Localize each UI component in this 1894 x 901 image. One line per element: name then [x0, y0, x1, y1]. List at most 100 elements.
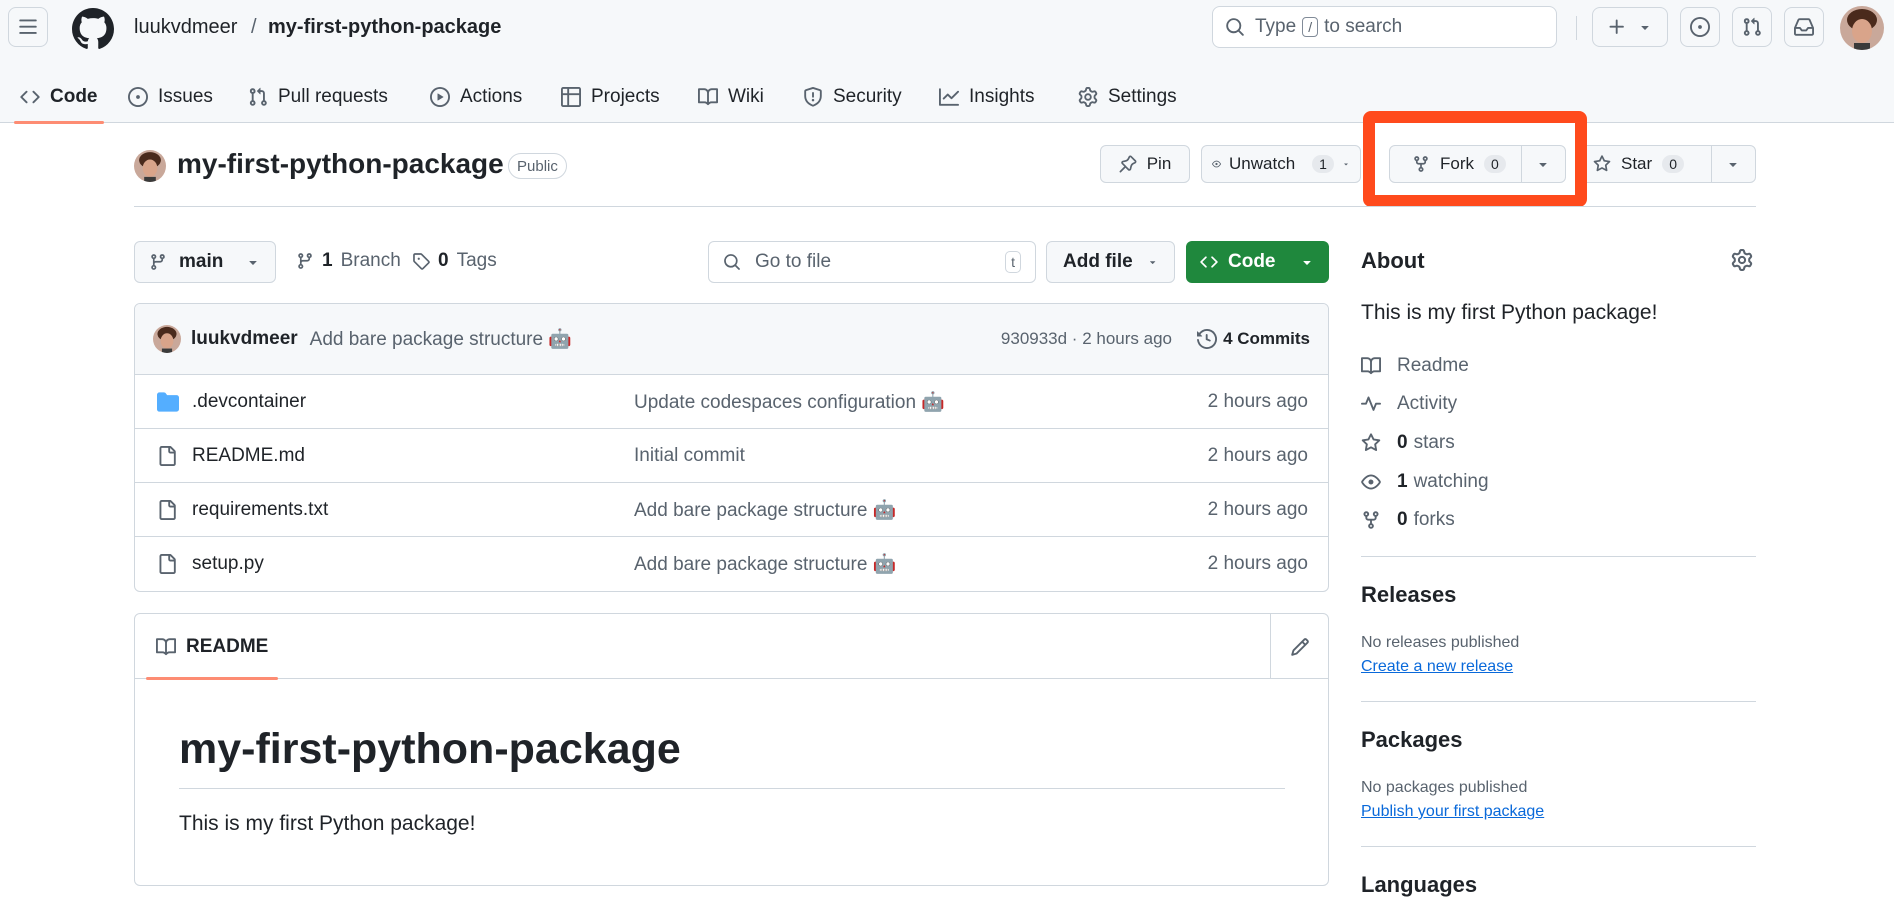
repo-title[interactable]: my-first-python-package — [177, 148, 504, 180]
readme-heading: my-first-python-package — [179, 725, 681, 773]
pin-label: Pin — [1146, 154, 1172, 173]
code-icon — [1200, 256, 1218, 268]
add-file-button[interactable]: Add file — [1046, 241, 1175, 283]
file-name[interactable]: README.md — [192, 445, 305, 467]
file-row[interactable]: setup.py Add bare package structure 🤖 2 … — [135, 537, 1328, 591]
issue-icon — [1690, 17, 1710, 37]
breadcrumb-repo[interactable]: my-first-python-package — [268, 16, 501, 39]
tab-projects[interactable]: Projects — [555, 70, 666, 123]
tab-security[interactable]: Security — [797, 70, 908, 123]
readme-link[interactable]: Readme — [1361, 355, 1469, 377]
releases-heading[interactable]: Releases — [1361, 582, 1456, 608]
pin-button[interactable]: Pin — [1100, 145, 1190, 183]
tab-pull-requests-label: Pull requests — [278, 85, 388, 107]
github-logo-icon[interactable] — [72, 8, 114, 50]
tab-projects-label: Projects — [591, 85, 660, 107]
stars-link[interactable]: 0 stars — [1361, 432, 1455, 454]
repo-forked-icon — [1363, 511, 1379, 529]
fork-label: Fork — [1440, 154, 1474, 173]
create-new-button[interactable] — [1592, 7, 1668, 47]
tab-actions-label: Actions — [460, 85, 523, 107]
commit-message[interactable]: Add bare package structure 🤖 — [310, 327, 572, 351]
file-row[interactable]: .devcontainer Update codespaces configur… — [135, 375, 1328, 429]
search-prefix: Type — [1255, 16, 1297, 37]
create-release-link[interactable]: Create a new release — [1361, 658, 1513, 676]
triangle-down-icon — [1344, 163, 1348, 166]
edit-about-button[interactable] — [1731, 249, 1753, 271]
tags-link[interactable]: 0 Tags — [412, 250, 497, 272]
star-button[interactable]: Star 0 — [1577, 146, 1712, 182]
readme-header: README — [135, 614, 1328, 680]
latest-commit-row: luukvdmeer Add bare package structure 🤖 … — [135, 304, 1328, 375]
your-issues-button[interactable] — [1680, 7, 1720, 47]
about-description: This is my first Python package! — [1361, 301, 1658, 324]
unwatch-button[interactable]: Unwatch 1 — [1201, 145, 1361, 183]
star-list-dropdown-button[interactable] — [1712, 146, 1755, 182]
file-name[interactable]: requirements.txt — [192, 499, 328, 521]
fork-button[interactable]: Fork 0 — [1390, 146, 1522, 182]
file-row[interactable]: requirements.txt Add bare package struct… — [135, 483, 1328, 537]
commits-count-label: 4 Commits — [1223, 329, 1310, 348]
forks-label: forks — [1413, 509, 1455, 530]
pin-icon — [1119, 155, 1137, 173]
global-search-input[interactable]: Type / to search — [1212, 6, 1557, 48]
file-commit-message[interactable]: Initial commit — [634, 445, 745, 467]
activity-link[interactable]: Activity — [1361, 393, 1457, 415]
repo-owner-avatar[interactable] — [134, 150, 166, 182]
fork-counter: 0 — [1484, 155, 1506, 173]
pull-request-icon — [249, 87, 267, 106]
tab-wiki[interactable]: Wiki — [692, 70, 770, 123]
commit-author[interactable]: luukvdmeer — [191, 328, 298, 350]
triangle-down-icon — [1641, 26, 1649, 30]
plus-icon — [1609, 19, 1624, 34]
file-commit-message[interactable]: Add bare package structure 🤖 — [634, 552, 896, 576]
menu-button[interactable] — [8, 7, 48, 47]
repo-nav-tabs: Code Issues Pull requests Actions Projec… — [0, 70, 1894, 124]
tag-icon — [413, 253, 430, 270]
branches-label: Branch — [340, 250, 401, 271]
code-icon — [20, 90, 40, 103]
tab-actions[interactable]: Actions — [424, 70, 528, 123]
file-commit-message[interactable]: Add bare package structure 🤖 — [634, 498, 896, 522]
forks-link[interactable]: 0 forks — [1361, 509, 1455, 531]
tab-pull-requests[interactable]: Pull requests — [242, 70, 394, 123]
readme-tab[interactable]: README — [146, 614, 279, 680]
fork-dropdown-button[interactable] — [1522, 146, 1565, 182]
tab-settings[interactable]: Settings — [1072, 70, 1183, 123]
triangle-down-icon — [249, 261, 257, 265]
tab-issues[interactable]: Issues — [122, 70, 219, 123]
commit-hash-time[interactable]: 930933d · 2 hours ago — [1001, 329, 1172, 349]
packages-heading[interactable]: Packages — [1361, 727, 1463, 753]
watch-counter: 1 — [1312, 155, 1334, 173]
languages-heading: Languages — [1361, 872, 1478, 897]
file-name[interactable]: .devcontainer — [192, 391, 306, 413]
file-commit-message[interactable]: Update codespaces configuration 🤖 — [634, 390, 945, 414]
pulse-icon — [1361, 396, 1381, 411]
search-icon — [724, 254, 740, 270]
tab-insights[interactable]: Insights — [933, 70, 1040, 123]
watching-link[interactable]: 1 watching — [1361, 471, 1489, 493]
branches-link[interactable]: 1 Branch — [296, 250, 401, 272]
edit-readme-button[interactable] — [1270, 614, 1328, 679]
book-icon — [156, 637, 176, 655]
pull-request-icon — [1743, 17, 1761, 36]
sidebar-divider — [1361, 701, 1756, 702]
user-avatar[interactable] — [1840, 6, 1884, 50]
publish-package-link[interactable]: Publish your first package — [1361, 803, 1544, 821]
file-name[interactable]: setup.py — [192, 553, 264, 575]
tab-code[interactable]: Code — [14, 70, 104, 124]
branch-selector-button[interactable]: main — [134, 241, 276, 283]
fork-button-group: Fork 0 — [1389, 145, 1566, 183]
your-pull-requests-button[interactable] — [1732, 7, 1772, 47]
breadcrumb-owner[interactable]: luukvdmeer — [134, 16, 237, 39]
activity-link-label: Activity — [1397, 393, 1458, 414]
file-row[interactable]: README.md Initial commit 2 hours ago — [135, 429, 1328, 483]
file-time: 2 hours ago — [1207, 444, 1308, 466]
notifications-button[interactable] — [1784, 7, 1824, 47]
code-dropdown-button[interactable]: Code — [1186, 241, 1329, 283]
go-to-file-input[interactable]: Go to file t — [708, 241, 1036, 283]
table-icon — [561, 86, 581, 107]
file-icon — [159, 554, 176, 574]
commits-history-link[interactable]: 4 Commits — [1197, 329, 1310, 349]
commit-author-avatar[interactable] — [153, 325, 181, 353]
